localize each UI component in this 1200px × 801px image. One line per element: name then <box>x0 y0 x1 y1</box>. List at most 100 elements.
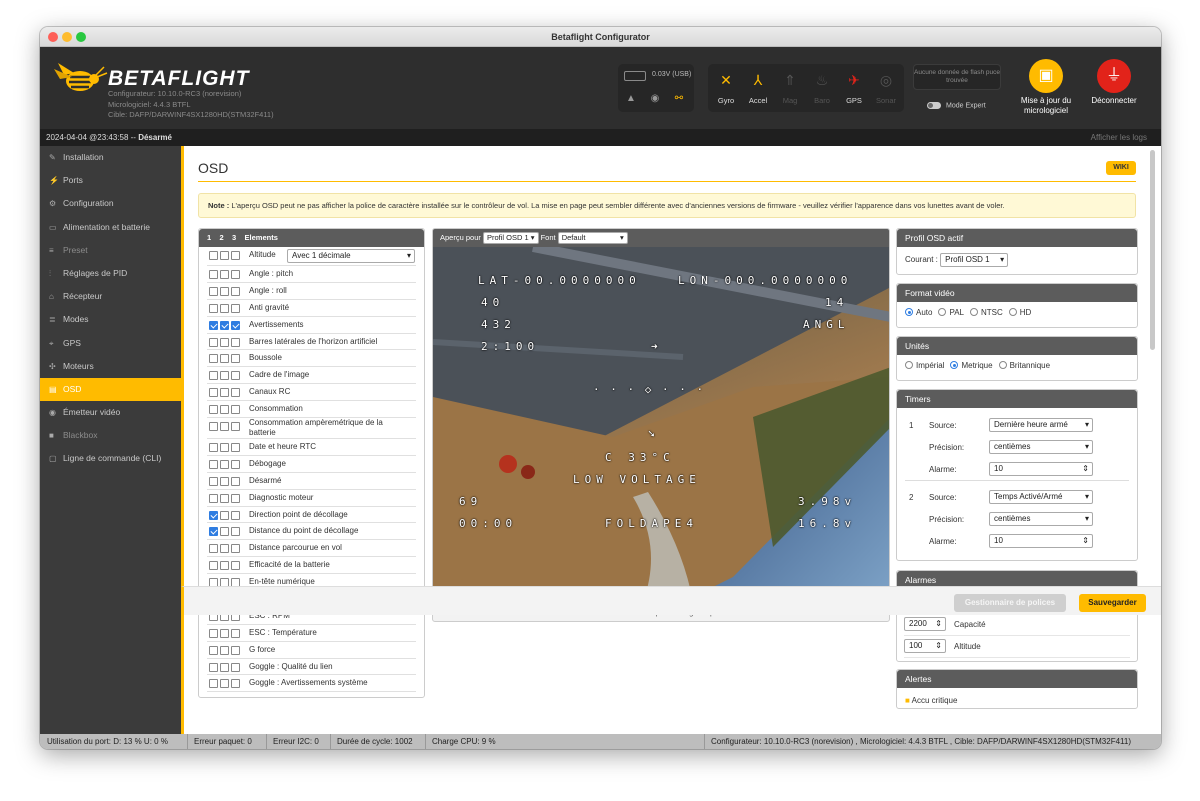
alarm-altitude-input[interactable]: 100 ⇕ <box>904 639 946 653</box>
sidebar-item--metteur-vid-o[interactable]: ◉ Émetteur vidéo <box>40 401 181 424</box>
radio-icon[interactable] <box>905 361 913 369</box>
timer-precision-field[interactable]: centièmes ▾ <box>989 512 1093 526</box>
element-profile-2-checkbox[interactable] <box>220 251 229 260</box>
element-profile-2-checkbox[interactable] <box>220 286 229 296</box>
element-profile-1-checkbox[interactable] <box>209 662 218 672</box>
element-profile-3-checkbox[interactable] <box>231 354 240 364</box>
show-logs-link[interactable]: Afficher les logs <box>1091 129 1147 146</box>
element-profile-2-checkbox[interactable] <box>220 645 229 655</box>
element-profile-1-checkbox[interactable] <box>209 286 218 296</box>
element-profile-2-checkbox[interactable] <box>220 443 229 453</box>
osd-speed[interactable]: 40 <box>481 296 504 309</box>
timer-precision-field[interactable]: centièmes ▾ <box>989 440 1093 454</box>
maximize-window-button[interactable] <box>76 32 86 42</box>
font-manager-button[interactable]: Gestionnaire de polices <box>954 594 1066 612</box>
element-profile-2-checkbox[interactable] <box>220 662 229 672</box>
stepper-icon[interactable]: ⇕ <box>935 640 942 652</box>
element-profile-1-checkbox[interactable] <box>209 270 218 279</box>
element-profile-2-checkbox[interactable] <box>220 459 229 469</box>
expert-mode-toggle[interactable]: Mode Expert <box>927 102 986 109</box>
osd-warning[interactable]: LOW VOLTAGE <box>573 473 701 486</box>
element-profile-3-checkbox[interactable] <box>231 388 240 398</box>
osd-latitude[interactable]: LAT-00.0000000 <box>478 274 641 287</box>
chevron-down-icon[interactable]: ▾ <box>1085 441 1089 453</box>
osd-temperature[interactable]: C 33°C <box>605 451 675 464</box>
element-profile-2-checkbox[interactable] <box>220 371 229 381</box>
timer-source-field[interactable]: Dernière heure armé ▾ <box>989 418 1093 432</box>
sidebar-item-gps[interactable]: ⌖ GPS <box>40 332 181 355</box>
radio-icon[interactable] <box>998 361 1007 369</box>
video-format-option[interactable]: Auto <box>905 308 932 317</box>
timer-alarm-field[interactable]: 10 ⇕ <box>989 534 1093 548</box>
element-profile-3-checkbox[interactable] <box>231 251 240 260</box>
font-select[interactable]: Default ▾ <box>557 232 628 245</box>
osd-battery-voltage[interactable]: 3.98v <box>798 495 856 508</box>
element-profile-3-checkbox[interactable] <box>231 422 240 432</box>
minimize-window-button[interactable] <box>62 32 72 42</box>
osd-gps-sats[interactable]: 14 <box>825 296 848 309</box>
radio-icon[interactable] <box>950 361 959 369</box>
element-profile-3-checkbox[interactable] <box>231 628 240 638</box>
element-profile-2-checkbox[interactable] <box>220 388 229 398</box>
sidebar-item-ligne-de-commande-cli-[interactable]: ▢ Ligne de commande (CLI) <box>40 447 181 470</box>
element-profile-1-checkbox[interactable] <box>209 527 218 537</box>
element-profile-1-checkbox[interactable] <box>209 628 218 638</box>
units-option[interactable]: Metrique <box>950 361 993 370</box>
stepper-icon[interactable]: ⇕ <box>935 618 942 630</box>
element-profile-3-checkbox[interactable] <box>231 510 240 520</box>
element-profile-3-checkbox[interactable] <box>231 270 240 279</box>
element-profile-2-checkbox[interactable] <box>220 337 229 347</box>
osd-angle[interactable]: ANGL <box>803 318 850 331</box>
element-profile-2-checkbox[interactable] <box>220 510 229 520</box>
element-profile-1-checkbox[interactable] <box>209 493 218 503</box>
element-profile-3-checkbox[interactable] <box>231 527 240 537</box>
video-format-option[interactable]: PAL <box>938 308 964 317</box>
sidebar-item-installation[interactable]: ✎ Installation <box>40 146 181 169</box>
video-format-option[interactable]: HD <box>1008 308 1031 317</box>
element-profile-2-checkbox[interactable] <box>220 628 229 638</box>
sidebar-item-configuration[interactable]: ⚙ Configuration <box>40 192 181 215</box>
element-profile-2-checkbox[interactable] <box>220 679 229 689</box>
element-profile-1-checkbox[interactable] <box>209 544 218 554</box>
element-profile-3-checkbox[interactable] <box>231 645 240 655</box>
element-profile-1-checkbox[interactable] <box>209 561 218 571</box>
save-button[interactable]: Sauvegarder <box>1079 594 1146 612</box>
element-profile-1-checkbox[interactable] <box>209 251 218 260</box>
sidebar-item-ports[interactable]: ⚡ Ports <box>40 169 181 192</box>
osd-longitude[interactable]: LON-000.0000000 <box>678 274 852 287</box>
element-profile-3-checkbox[interactable] <box>231 561 240 571</box>
element-profile-3-checkbox[interactable] <box>231 286 240 296</box>
osd-timer[interactable]: 00:00 <box>459 517 517 530</box>
element-profile-3-checkbox[interactable] <box>231 320 240 330</box>
element-profile-1-checkbox[interactable] <box>209 320 218 330</box>
element-profile-2-checkbox[interactable] <box>220 544 229 554</box>
element-profile-2-checkbox[interactable] <box>220 270 229 279</box>
element-profile-3-checkbox[interactable] <box>231 371 240 381</box>
element-profile-1-checkbox[interactable] <box>209 388 218 398</box>
current-profile-select[interactable]: Profil OSD 1 ▾ <box>940 253 1009 267</box>
stepper-icon[interactable]: ⇕ <box>1082 463 1089 475</box>
sidebar-item-moteurs[interactable]: ✣ Moteurs <box>40 355 181 378</box>
sidebar-item-r-glages-de-pid[interactable]: ⫶ Réglages de PID <box>40 262 181 285</box>
element-profile-3-checkbox[interactable] <box>231 662 240 672</box>
element-profile-2-checkbox[interactable] <box>220 354 229 364</box>
osd-battery-voltage-total[interactable]: 16.8v <box>798 517 856 530</box>
stepper-icon[interactable]: ⇕ <box>1082 535 1089 547</box>
alarm-capacité-input[interactable]: 2200 ⇕ <box>904 617 946 631</box>
sidebar-item-osd[interactable]: ▤ OSD <box>40 377 181 402</box>
disconnect-button[interactable]: ⏚ Déconnecter <box>1074 59 1154 106</box>
osd-rssi[interactable]: 69 <box>459 495 482 508</box>
element-profile-3-checkbox[interactable] <box>231 443 240 453</box>
fpv-preview-image[interactable]: LAT-00.0000000 LON-000.0000000 40 14 432 ANGL… <box>433 247 889 602</box>
osd-altitude[interactable]: 432 <box>481 318 516 331</box>
osd-craft-name[interactable]: FOLDAPE4 <box>605 517 698 530</box>
element-profile-3-checkbox[interactable] <box>231 544 240 554</box>
element-profile-3-checkbox[interactable] <box>231 303 240 313</box>
element-profile-1-checkbox[interactable] <box>209 405 218 415</box>
element-profile-3-checkbox[interactable] <box>231 493 240 503</box>
element-profile-2-checkbox[interactable] <box>220 527 229 537</box>
element-profile-1-checkbox[interactable] <box>209 476 218 486</box>
chevron-down-icon[interactable]: ▾ <box>1085 513 1089 525</box>
element-profile-2-checkbox[interactable] <box>220 561 229 571</box>
osd-ratio[interactable]: 2:100 <box>481 340 539 353</box>
